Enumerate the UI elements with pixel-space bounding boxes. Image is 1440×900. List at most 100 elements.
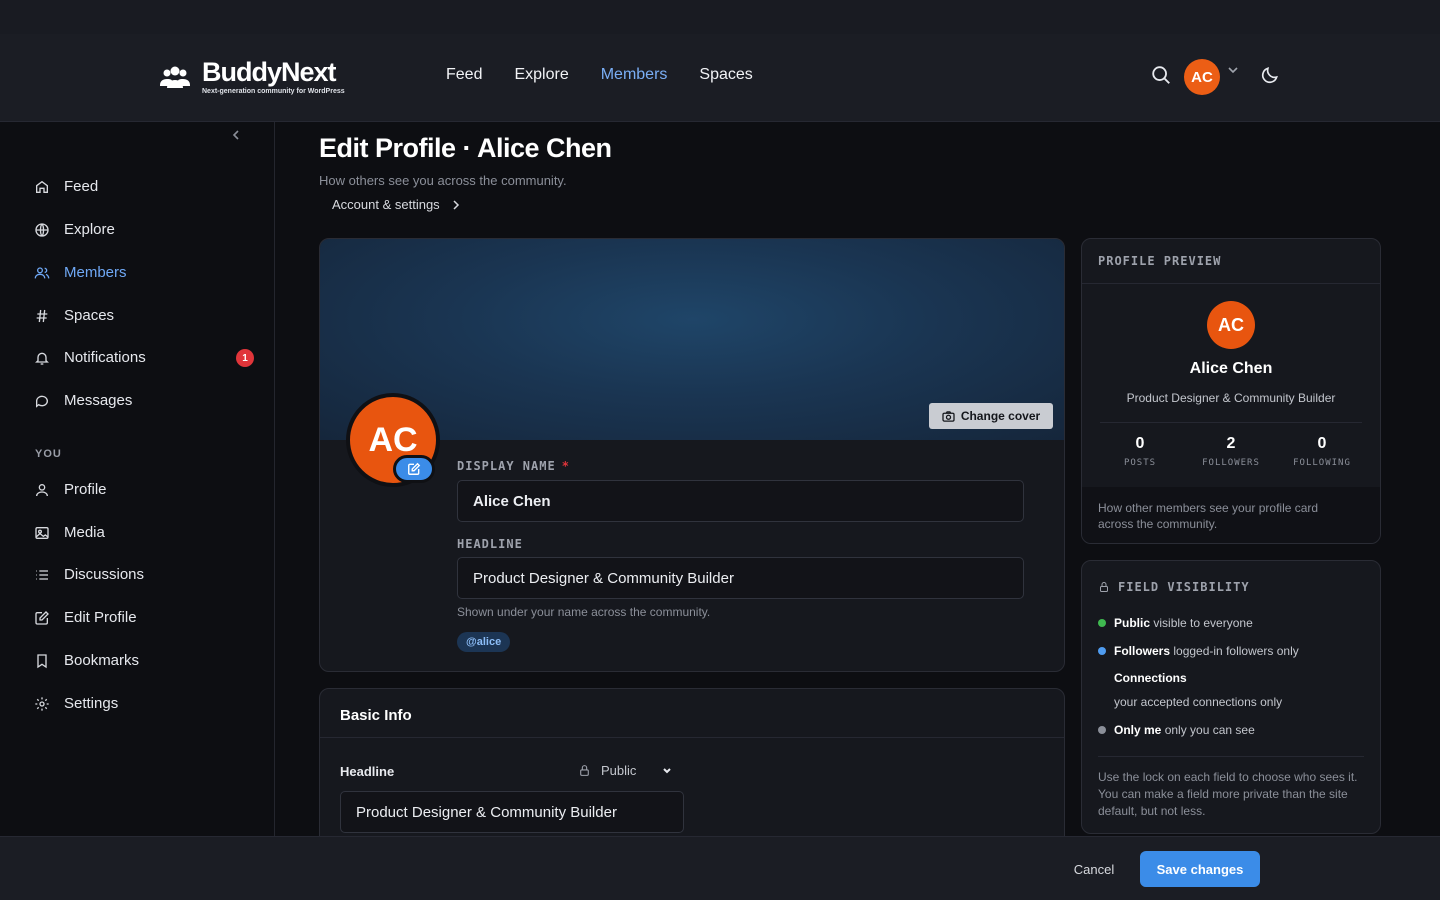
sidebar-item-members[interactable]: Members xyxy=(34,264,127,281)
preview-avatar: AC xyxy=(1207,301,1255,349)
sidebar-item-bookmarks[interactable]: Bookmarks xyxy=(34,652,139,669)
notification-badge: 1 xyxy=(236,349,254,367)
visibility-connections-desc: your accepted connections only xyxy=(1114,695,1283,709)
topnav-members[interactable]: Members xyxy=(601,66,668,84)
chevron-down-icon[interactable] xyxy=(1227,63,1239,81)
sidebar-item-edit-profile[interactable]: Edit Profile xyxy=(34,609,137,626)
topnav-explore[interactable]: Explore xyxy=(514,66,568,84)
status-dot xyxy=(1098,619,1106,627)
search-icon[interactable] xyxy=(1150,64,1172,91)
stat-posts: 0 POSTS xyxy=(1123,435,1157,468)
bookmark-icon xyxy=(37,653,47,668)
sidebar-item-label: Feed xyxy=(64,178,99,195)
visibility-option-public: Public visible to everyone xyxy=(1098,616,1253,630)
sidebar-item-label: Members xyxy=(64,264,127,281)
visibility-option-only-me: Only me only you can see xyxy=(1098,723,1255,737)
display-name-label: DISPLAY NAME * xyxy=(457,459,570,473)
visibility-header: FIELD VISIBILITY xyxy=(1098,580,1250,594)
basic-info-title: Basic Info xyxy=(340,707,412,724)
users-icon xyxy=(34,266,50,278)
sidebar-item-label: Edit Profile xyxy=(64,609,137,626)
sidebar-item-label: Notifications xyxy=(64,349,146,366)
headline-label: HEADLINE xyxy=(457,537,523,551)
home-icon xyxy=(36,180,48,193)
visibility-option-followers: Followers logged-in followers only xyxy=(1098,644,1299,658)
brand-tagline: Next-generation community for WordPress xyxy=(202,88,345,95)
dark-mode-icon[interactable] xyxy=(1260,65,1280,90)
community-icon xyxy=(160,65,190,89)
topnav-spaces[interactable]: Spaces xyxy=(699,66,752,84)
change-cover-button[interactable]: Change cover xyxy=(929,403,1053,429)
lock-icon xyxy=(580,765,589,776)
hash-icon xyxy=(36,309,48,322)
profile-edit-card: Change cover AC DISPLAY NAME * Alice Chen… xyxy=(319,238,1065,672)
headline-hint: Shown under your name across the communi… xyxy=(457,605,711,619)
page-subtitle: How others see you across the community. xyxy=(319,173,567,188)
sidebar-item-label: Explore xyxy=(64,221,115,238)
display-name-input[interactable]: Alice Chen xyxy=(457,480,1024,522)
sidebar-item-label: Bookmarks xyxy=(64,652,140,669)
browser-top-strip xyxy=(0,0,1440,34)
field-visibility-card: FIELD VISIBILITY Public visible to every… xyxy=(1081,560,1381,834)
required-mark: * xyxy=(561,459,570,473)
edit-avatar-button[interactable] xyxy=(393,455,435,483)
profile-preview-card: PROFILE PREVIEW AC Alice Chen Product De… xyxy=(1081,238,1381,544)
preview-header: PROFILE PREVIEW xyxy=(1082,239,1380,284)
sidebar-item-profile[interactable]: Profile xyxy=(34,481,107,498)
sidebar-item-media[interactable]: Media xyxy=(34,524,105,541)
divider xyxy=(1098,756,1364,757)
sidebar-item-label: Profile xyxy=(64,481,107,498)
edit-icon xyxy=(408,462,421,475)
action-bar: Cancel Save changes xyxy=(0,836,1440,900)
username-handle: @alice xyxy=(457,632,511,652)
sidebar: Feed Explore Members Spaces Notification… xyxy=(0,122,275,836)
topnav-feed[interactable]: Feed xyxy=(446,66,482,84)
visibility-note: Use the lock on each field to choose who… xyxy=(1098,770,1358,818)
bell-icon xyxy=(35,352,49,365)
lock-icon xyxy=(1100,582,1108,592)
brand-logo[interactable]: BuddyNext Next-generation community for … xyxy=(160,58,345,95)
gear-icon xyxy=(35,696,49,711)
status-dot xyxy=(1098,726,1106,734)
sidebar-item-notifications[interactable]: Notifications xyxy=(34,349,146,366)
user-avatar[interactable]: AC xyxy=(1184,59,1220,95)
sidebar-item-feed[interactable]: Feed xyxy=(34,178,98,195)
chat-icon xyxy=(36,395,48,408)
breadcrumb-label: Account & settings xyxy=(332,197,440,212)
sidebar-item-explore[interactable]: Explore xyxy=(34,221,115,238)
sidebar-item-label: Media xyxy=(64,524,105,541)
image-icon xyxy=(35,526,49,539)
sidebar-item-settings[interactable]: Settings xyxy=(34,695,118,712)
visibility-select[interactable]: Public xyxy=(578,763,672,778)
change-cover-label: Change cover xyxy=(960,409,1041,423)
preview-headline: Product Designer & Community Builder xyxy=(1126,391,1336,405)
visibility-option-connections: Connections xyxy=(1114,671,1187,685)
brand-name: BuddyNext xyxy=(202,57,337,87)
page-title: Edit Profile · Alice Chen xyxy=(319,133,612,163)
stat-followers: 2 FOLLOWERS xyxy=(1202,435,1260,468)
visibility-value: Public xyxy=(601,763,637,778)
basic-headline-input[interactable]: Product Designer & Community Builder xyxy=(340,791,684,833)
preview-name: Alice Chen xyxy=(1189,360,1273,377)
globe-icon xyxy=(35,222,49,237)
collapse-sidebar-icon[interactable] xyxy=(230,128,242,145)
headline-input[interactable]: Product Designer & Community Builder xyxy=(457,557,1024,599)
chevron-down-icon xyxy=(663,767,672,773)
preview-label: PROFILE PREVIEW xyxy=(1098,254,1222,268)
sidebar-item-spaces[interactable]: Spaces xyxy=(34,307,114,324)
preview-footer: How other members see your profile card … xyxy=(1082,487,1380,543)
site-header: BuddyNext Next-generation community for … xyxy=(0,34,1440,122)
sidebar-item-label: Spaces xyxy=(64,307,115,324)
sidebar-item-discussions[interactable]: Discussions xyxy=(34,566,144,583)
cancel-button[interactable]: Cancel xyxy=(1058,854,1130,884)
stat-following: 0 FOLLOWING xyxy=(1293,435,1351,468)
sidebar-section-you: YOU xyxy=(35,448,62,460)
status-dot xyxy=(1098,647,1106,655)
header-actions: AC xyxy=(1150,59,1280,95)
save-button[interactable]: Save changes xyxy=(1140,851,1260,887)
sidebar-item-messages[interactable]: Messages xyxy=(34,392,132,409)
sidebar-item-label: Settings xyxy=(64,695,119,712)
visibility-label: FIELD VISIBILITY xyxy=(1118,580,1250,594)
breadcrumb[interactable]: Account & settings xyxy=(332,197,460,212)
divider xyxy=(1100,422,1362,423)
